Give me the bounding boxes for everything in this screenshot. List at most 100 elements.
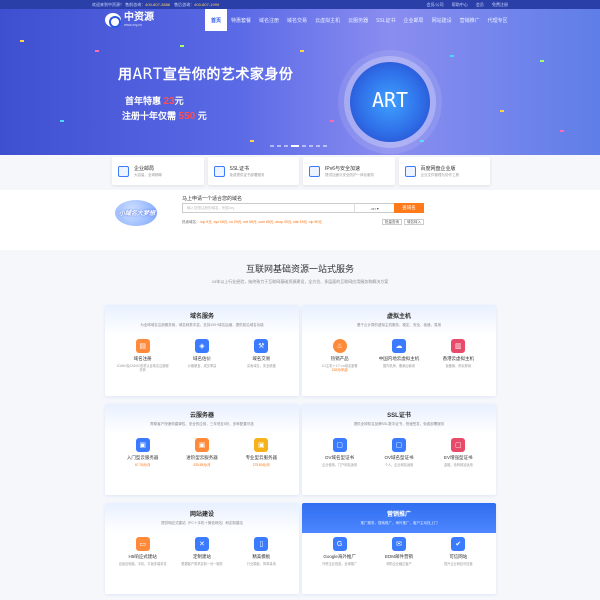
mobile-icon: ▯ xyxy=(254,537,269,551)
item-name: 精美模板 xyxy=(252,554,271,559)
feature-email[interactable]: 企业邮局 大容量，全球畅邮 xyxy=(112,157,204,185)
hot-domains-label: 热卖域名： xyxy=(182,220,200,224)
topbar-link-login[interactable]: 会员 xyxy=(476,2,484,7)
item-name: DV域名型证书 xyxy=(325,455,355,460)
services-title: 互联网基础资源一站式服务 xyxy=(245,264,354,274)
item-hot-product[interactable]: ♨ 热销产品 1G主机＋1个.cn域名套餐 218元/年起 xyxy=(312,339,367,372)
item-desc: 行业模板，简单易用 xyxy=(246,562,276,566)
topbar-link-help[interactable]: 帮助中心 xyxy=(452,2,468,7)
item-google-ads[interactable]: G Google海外推广 外贸企业首选，全球推广 xyxy=(312,537,367,566)
card-marketing[interactable]: 营销推广 推广服务，搜索推广，海外推广，客户主动找上门 G Google海外推广 外贸… xyxy=(302,503,496,594)
item-h5-site[interactable]: ▭ H5响应式建站 自适应电脑、手机、平板多端浏览 xyxy=(115,537,170,566)
card-title: 域名服务 xyxy=(189,314,214,320)
carousel-dot[interactable] xyxy=(284,145,288,147)
item-cn-cloud-host[interactable]: ☁ 中国内地云虚拟主机 国内机房，备案后使用 xyxy=(371,339,426,372)
feature-sub: 大容量，全球畅邮 xyxy=(134,172,162,177)
card-subtitle: 帮助客户快速构建弹性、安全的应用，三年低至5折，多种配置可选 xyxy=(150,422,254,426)
nav-email[interactable]: 企业邮局 xyxy=(400,9,428,31)
item-name: Google海外推广 xyxy=(323,554,356,559)
item-advanced-server[interactable]: ▣ 进阶型云服务器 320.55元/月 xyxy=(174,438,229,467)
card-cloud-server[interactable]: 云服务器 帮助客户快速构建弹性、安全的应用，三年低至5折，多种配置可选 ▣ 入门型云… xyxy=(105,404,299,495)
mail-icon xyxy=(118,165,129,177)
item-edm[interactable]: ✉ EDM邮件营销 帮助企业触达客户 xyxy=(371,537,426,566)
sales-label: 售前咨询： xyxy=(125,1,146,7)
feature-title: 企业邮局 xyxy=(134,165,155,172)
carousel-dots[interactable] xyxy=(270,145,327,147)
feature-ssl[interactable]: SSL证书 免费提供证书部署服务 xyxy=(207,157,299,185)
carousel-dot-active[interactable] xyxy=(291,145,299,147)
nav-agent[interactable]: 代理专区 xyxy=(484,9,512,31)
item-entry-server[interactable]: ▣ 入门型云服务器 67.76元/月 xyxy=(115,438,170,467)
card-subtitle: 推广服务，搜索推广，海外推广，客户主动找上门 xyxy=(360,521,438,525)
topbar-link-account[interactable]: 会员/公司 xyxy=(427,2,444,7)
item-name: 热销产品 xyxy=(330,356,349,361)
item-ov-cert[interactable]: ▢ OV域名型证书 个人，企业网站适用 xyxy=(371,438,426,467)
main-header: 中资源 www.zzy.cn 首页 特惠套餐 域名注册 域名交易 云虚拟主机 云服… xyxy=(0,9,600,31)
certificate-icon: ▢ xyxy=(451,438,466,452)
nav-marketing[interactable]: 营销推广 xyxy=(456,9,484,31)
nav-cloud-server[interactable]: 云服务器 xyxy=(344,9,372,31)
cloud-icon: ☁ xyxy=(391,339,406,353)
card-website[interactable]: 网站建设 提供响应式建站（PC＋手机＋微信网站）和定制建站 ▭ H5响应式建站 自适应… xyxy=(105,503,299,594)
nav-website[interactable]: 网站建设 xyxy=(428,9,456,31)
item-ev-cert[interactable]: ▢ EV增强型证书 金融，电商网站适用 xyxy=(431,438,486,467)
item-pro-server[interactable]: ▣ 专业型云服务器 275.60元/月 xyxy=(234,438,289,467)
carousel-dot[interactable] xyxy=(302,145,306,147)
item-desc: 个人，企业网站适用 xyxy=(384,463,414,467)
tools-icon: ✕ xyxy=(194,537,209,551)
batch-query-button[interactable]: 批量查询 xyxy=(382,219,402,225)
item-name: EV增强型证书 xyxy=(444,455,473,460)
nav-virtual-host[interactable]: 云虚拟主机 xyxy=(311,9,344,31)
item-name: EDM邮件营销 xyxy=(384,554,413,559)
carousel-dot[interactable] xyxy=(277,145,281,147)
item-dv-cert[interactable]: ▢ DV域名型证书 企业使用，门户网站适用 xyxy=(312,438,367,467)
item-price: 67.76元/月 xyxy=(135,463,151,467)
carousel-dot[interactable] xyxy=(309,145,313,147)
item-domain-register[interactable]: ▤ 域名注册 ICANN及CNNIC双重认证域名注册服务商 xyxy=(115,339,170,372)
server-icon: ▣ xyxy=(135,438,150,452)
item-hk-cloud-host[interactable]: ▥ 香港云虚拟主机 免备案，即买即用 xyxy=(431,339,486,372)
domain-search-button[interactable]: 查域名 xyxy=(394,203,424,213)
hero-headline: 用ART宣告你的艺术家身份 xyxy=(118,64,294,83)
feature-baidu-pan[interactable]: 百度网盘企业版 企业文件管理与协作工具 xyxy=(398,157,490,185)
carousel-dot[interactable] xyxy=(270,145,274,147)
item-custom-site[interactable]: ✕ 定制建站 根据客户需求定制一对一服务 xyxy=(174,537,229,566)
item-domain-trade[interactable]: ⚒ 域名交易 买卖域名，安全便捷 xyxy=(234,339,289,372)
feature-ipv6[interactable]: IPv6与安全加速 提供加速与安全防护一体化服务 xyxy=(303,157,395,185)
feature-sub: 企业文件管理与协作工具 xyxy=(420,172,460,177)
item-trusted-site[interactable]: ✔ 可信网站 提升企业网站可信度 xyxy=(431,537,486,566)
item-desc: 企业使用，门户网站适用 xyxy=(322,463,358,467)
services-intro: 互联网基础资源一站式服务 24年以上行业经验，始终致力于互联网基础资源建设，全方… xyxy=(0,262,600,285)
item-name: 中国内地云虚拟主机 xyxy=(378,356,420,361)
item-desc: 外贸企业首选，全球推广 xyxy=(322,562,358,566)
card-ssl[interactable]: SSL证书 提供全球知名品牌SSL数字证书，快速签发，免费部署服务 ▢ DV域名型证… xyxy=(302,404,496,495)
domain-transfer-button[interactable]: 域名转入 xyxy=(404,219,424,225)
nav-home[interactable]: 首页 xyxy=(205,9,228,31)
item-price: 275.60元/月 xyxy=(252,463,270,467)
service-label: 售后咨询： xyxy=(174,1,195,7)
carousel-dot[interactable] xyxy=(323,145,327,147)
carousel-dot[interactable] xyxy=(316,145,320,147)
nav-ssl[interactable]: SSL证书 xyxy=(372,9,399,31)
domain-search-title: 马上申请一个适合您的域名 xyxy=(182,196,243,202)
item-domain-valuation[interactable]: ◈ 域名估价 价格便宜，成交率高 xyxy=(174,339,229,372)
nav-specials[interactable]: 特惠套餐 xyxy=(227,9,255,31)
feature-sub: 提供加速与安全防护一体化服务 xyxy=(325,172,374,177)
logo-url: www.zzy.cn xyxy=(124,23,143,27)
item-desc: 免备案，即买即用 xyxy=(445,364,472,368)
site-logo[interactable]: 中资源 www.zzy.cn xyxy=(105,11,205,29)
card-domain-service[interactable]: 域名服务 为全球域名注册服务商，域名种类丰富，支持100+域名后缀，提供前沿域名功… xyxy=(105,305,299,396)
hot-domains: 热卖域名：.top 9元 .xyz 18元 .cn 29元 .net 55元 .… xyxy=(182,220,322,225)
hot-domains-list[interactable]: .top 9元 .xyz 18元 .cn 29元 .net 55元 .com 6… xyxy=(200,220,322,224)
item-price: 320.55元/月 xyxy=(193,463,211,467)
nav-domain-register[interactable]: 域名注册 xyxy=(255,9,283,31)
domain-ext-select[interactable]: .cn ▾ xyxy=(354,203,394,213)
server-icon: ▥ xyxy=(451,339,466,353)
services-subtitle: 24年以上行业经验，始终致力于互联网基础资源建设，全方位、多层面的互联网应用服务… xyxy=(211,279,389,284)
item-templates[interactable]: ▯ 精美模板行业模板，简单易用 xyxy=(234,537,289,566)
feature-title: SSL证书 xyxy=(229,165,249,172)
mascot-text: 小域名大梦想 xyxy=(119,211,156,217)
card-virtual-host[interactable]: 虚拟主机 基于云计算的虚拟主机服务，稳定，安全，极速，易用 ♨ 热销产品 1G主机＋1… xyxy=(302,305,496,396)
nav-domain-trade[interactable]: 域名交易 xyxy=(283,9,311,31)
topbar-link-register[interactable]: 免费注册 xyxy=(492,2,508,7)
